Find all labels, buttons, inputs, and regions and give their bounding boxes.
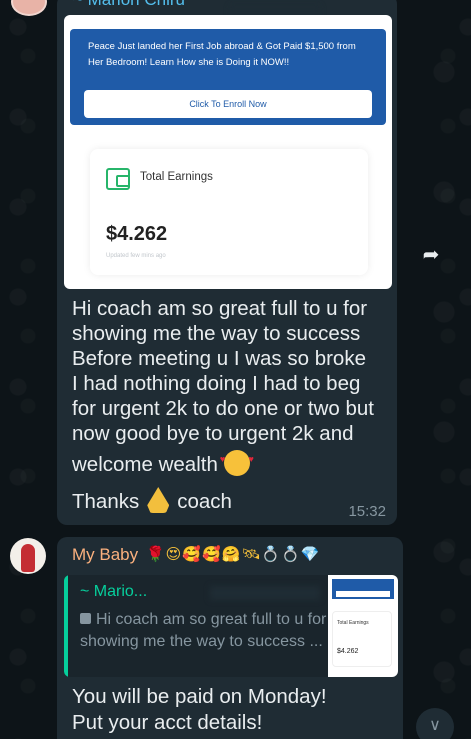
sender-avatar[interactable] <box>10 538 46 574</box>
thumb-button <box>336 591 390 597</box>
message-line: Before meeting u I was so broke <box>72 347 366 370</box>
sender-name[interactable]: ~ Marion Chiru <box>73 0 185 8</box>
earnings-subtext: Updated few mins ago <box>106 253 166 259</box>
ad-banner: Peace Just landed her First Job abroad &… <box>70 29 386 125</box>
wallet-icon <box>106 168 130 190</box>
message-line: now good bye to urgent 2k and <box>72 422 354 445</box>
image-attachment[interactable]: Peace Just landed her First Job abroad &… <box>64 15 392 289</box>
message-line: You will be paid on Monday! <box>72 685 327 708</box>
message-text: You will be paid on Monday! Put your acc… <box>72 684 392 736</box>
message-line: I had nothing doing I had to beg <box>72 372 361 395</box>
enroll-button: Click To Enroll Now <box>84 90 372 118</box>
message-line: coach <box>177 490 232 513</box>
message-text: Hi coach am so great full to u for showi… <box>72 296 390 514</box>
message-header: ~ Marion Chiru <box>73 0 373 10</box>
ad-banner-text: Peace Just landed her First Job abroad &… <box>88 41 356 68</box>
quote-text: Hi coach am so great full to u for showi… <box>80 611 327 650</box>
message-line-thanks: Thanks coach <box>72 487 390 514</box>
quote-accent-bar <box>64 575 68 677</box>
chevron-double-down-icon[interactable]: ∨ <box>416 708 454 739</box>
folded-hands-icon <box>147 487 170 513</box>
smiling-face-with-hearts-icon <box>220 447 254 476</box>
message-line: Thanks <box>72 490 140 513</box>
forward-icon[interactable]: ➦ <box>414 238 448 272</box>
photo-icon <box>80 613 91 624</box>
message-line: Put your acct details! <box>72 711 263 734</box>
sender-emojis: 🌹😍🥰🥰🤗🛰💍💍💎 <box>146 546 321 563</box>
thumb-amount: $4.262 <box>337 648 359 655</box>
quote-thumbnail: Total Earnings $4.262 <box>328 575 398 677</box>
earnings-title: Total Earnings <box>140 171 213 183</box>
message-line: showing me the way to success <box>72 322 361 345</box>
earnings-card: Total Earnings $4.262 Updated few mins a… <box>90 149 368 275</box>
message-time: 15:32 <box>348 503 386 520</box>
thumb-label: Total Earnings <box>337 620 369 626</box>
thumb-card: Total Earnings $4.262 <box>332 611 392 667</box>
sender-name[interactable]: My Baby <box>72 545 138 565</box>
message-line-emoji: welcome wealth <box>72 447 390 477</box>
message-line: for urgent 2k to do one or two but <box>72 397 374 420</box>
quote-text-wrap: Hi coach am so great full to u for showi… <box>80 609 330 653</box>
message-line: Hi coach am so great full to u for <box>72 297 368 320</box>
redacted-area <box>210 586 320 600</box>
earnings-amount: $4.262 <box>106 223 168 245</box>
message-line: welcome wealth <box>72 453 218 476</box>
quote-sender-name: ~ Mario... <box>80 583 148 600</box>
